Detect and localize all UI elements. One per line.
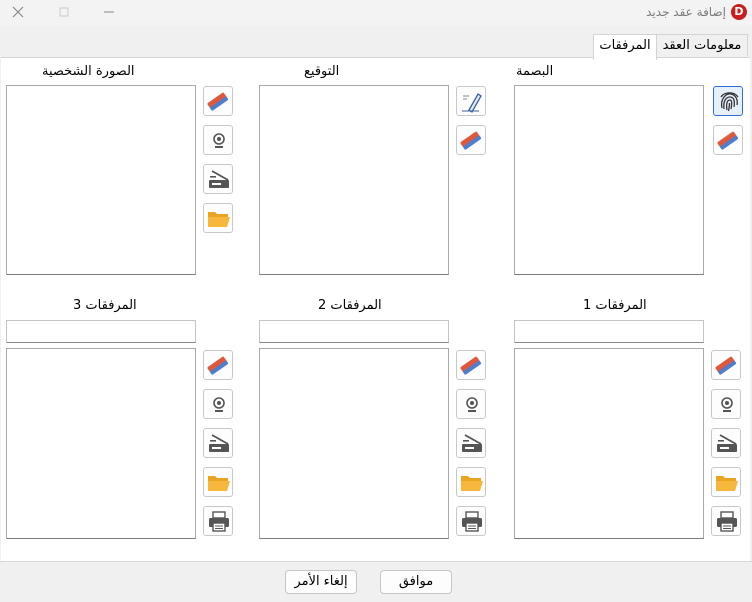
folder-icon: [716, 476, 738, 491]
attachment2-open-folder-button[interactable]: [456, 467, 486, 497]
eraser-icon: [459, 131, 482, 151]
attachment2-label: المرفقات 2: [318, 298, 382, 313]
clear-attachment3-button[interactable]: [203, 350, 233, 380]
webcam-icon: [721, 397, 733, 413]
eraser-icon: [459, 356, 482, 376]
attachment3-image-box: [6, 348, 196, 539]
minimize-button[interactable]: [98, 2, 120, 22]
attachment1-print-button[interactable]: [711, 506, 741, 536]
photo-open-folder-button[interactable]: [203, 203, 233, 233]
signature-label: التوقيع: [304, 64, 340, 79]
app-logo-icon: D: [731, 4, 747, 20]
attachment2-print-button[interactable]: [456, 506, 486, 536]
webcam-icon: [213, 133, 225, 149]
attachment1-open-folder-button[interactable]: [711, 467, 741, 497]
maximize-button[interactable]: [53, 2, 75, 22]
clear-photo-button[interactable]: [203, 86, 233, 116]
attachment3-webcam-button[interactable]: [203, 389, 233, 419]
ok-button[interactable]: موافق: [380, 570, 452, 594]
attachment1-label: المرفقات 1: [583, 298, 647, 313]
eraser-icon: [206, 92, 229, 112]
attachment3-open-folder-button[interactable]: [203, 467, 233, 497]
scanner-icon: [208, 170, 230, 189]
tab-attachments[interactable]: المرفقات: [593, 34, 657, 60]
scanner-icon: [208, 434, 230, 453]
attachment2-name-input[interactable]: [259, 320, 449, 343]
pen-icon: [461, 93, 482, 113]
attachment2-scan-button[interactable]: [456, 428, 486, 458]
folder-icon: [208, 212, 230, 227]
attachment2-image-box: [259, 348, 449, 539]
eraser-icon: [714, 356, 737, 376]
attachment3-print-button[interactable]: [203, 506, 233, 536]
title-bar: D إضافة عقد جديد: [0, 0, 752, 26]
maximize-icon: [59, 7, 69, 17]
clear-attachment2-button[interactable]: [456, 350, 486, 380]
attachment1-webcam-button[interactable]: [711, 389, 741, 419]
capture-fingerprint-button[interactable]: [713, 86, 743, 116]
attachment1-scan-button[interactable]: [711, 428, 741, 458]
dialog-footer: موافق إلغاء الأمر: [0, 561, 752, 602]
attachment2-webcam-button[interactable]: [456, 389, 486, 419]
attachment1-name-input[interactable]: [514, 320, 704, 343]
attachment3-name-input[interactable]: [6, 320, 196, 343]
close-icon: [12, 6, 24, 18]
clear-signature-button[interactable]: [456, 125, 486, 155]
photo-webcam-button[interactable]: [203, 125, 233, 155]
minimize-icon: [104, 11, 114, 13]
folder-icon: [461, 476, 483, 491]
printer-icon: [208, 511, 230, 532]
signature-image-box: [259, 85, 449, 275]
tab-strip: معلومات العقد المرفقات: [0, 30, 752, 60]
scanner-icon: [461, 434, 483, 453]
eraser-icon: [716, 131, 739, 151]
attachment3-label: المرفقات 3: [73, 298, 137, 313]
fingerprint-icon: [720, 92, 739, 112]
printer-icon: [461, 511, 483, 532]
photo-image-box: [6, 85, 196, 275]
webcam-icon: [466, 397, 478, 413]
clear-attachment1-button[interactable]: [711, 350, 741, 380]
tab-contract-info[interactable]: معلومات العقد: [656, 34, 748, 56]
close-button[interactable]: [7, 2, 29, 22]
fingerprint-image-box: [514, 85, 704, 275]
scanner-icon: [716, 434, 738, 453]
folder-icon: [208, 476, 230, 491]
photo-scan-button[interactable]: [203, 164, 233, 194]
attachment1-image-box: [514, 348, 704, 539]
fingerprint-label: البصمة: [516, 64, 554, 79]
cancel-button[interactable]: إلغاء الأمر: [285, 570, 357, 594]
webcam-icon: [213, 397, 225, 413]
photo-label: الصورة الشخصية: [42, 64, 135, 79]
clear-fingerprint-button[interactable]: [713, 125, 743, 155]
window-title: إضافة عقد جديد: [646, 5, 726, 19]
eraser-icon: [206, 356, 229, 376]
printer-icon: [716, 511, 738, 532]
capture-signature-button[interactable]: [456, 86, 486, 116]
attachment3-scan-button[interactable]: [203, 428, 233, 458]
